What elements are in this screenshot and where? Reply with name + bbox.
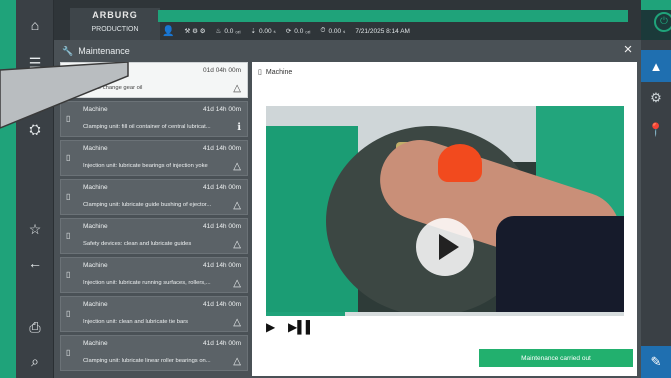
step-button[interactable]: ▶▌▌ [288, 320, 314, 334]
maintenance-done-button[interactable]: Maintenance carried out [479, 349, 633, 367]
right-sidebar: ▲ ⚙ 📍 ✎ [641, 40, 671, 378]
task-item[interactable]: ▯ Machine 41d 14h 00m Injection unit: lu… [60, 257, 248, 293]
task-name: Machine [83, 301, 108, 308]
logo-block: ARBURG PRODUCTION [70, 8, 160, 40]
machine-icon: ▯ [66, 153, 71, 162]
gear-list-icon[interactable]: ⚙ [641, 82, 671, 114]
favorite-icon[interactable]: ☆ [16, 214, 54, 244]
task-time: 41d 14h 00m [203, 340, 241, 347]
header-bar: ARBURG PRODUCTION 👤 ⚒ ⚙ ⚙ ♨ 0.0 ₀ᵣᵢ ⇣ 0.… [54, 0, 671, 40]
task-item[interactable]: ▯ Machine 41d 14h 00m Clamping unit: lub… [60, 335, 248, 371]
operator-icon[interactable]: 👤 [162, 26, 174, 37]
close-button[interactable]: × [620, 42, 636, 58]
detail-header: ▯ Machine [258, 68, 293, 77]
task-desc: Injection unit: lubricate running surfac… [83, 280, 211, 286]
brand-logo: ARBURG [92, 10, 138, 20]
edit-icon[interactable]: ✎ [641, 346, 671, 378]
alert-triangle-icon[interactable]: ▲ [641, 50, 671, 82]
datetime: 7/21/2025 8:14 AM [355, 27, 410, 35]
menu-icon[interactable]: ☰ [16, 48, 54, 78]
task-time: 41d 14h 00m [203, 145, 241, 152]
task-time: 41d 14h 00m [203, 184, 241, 191]
pin-icon[interactable]: 📍 [641, 114, 671, 146]
warning-icon: △ [233, 200, 241, 211]
machine-icon: ▯ [66, 270, 71, 279]
task-desc: Clamping unit: fill oil container of cen… [83, 124, 211, 130]
pressure-icon: ⇣ [250, 28, 256, 35]
task-desc: Clamping unit: lubricate guide bushing o… [83, 202, 212, 208]
video-progress-fill [266, 312, 345, 316]
outer-green-edge [0, 0, 16, 378]
status-cycle: ⟳ 0.0 ₀ᵣᵢ [285, 27, 311, 36]
home-icon[interactable]: ⌂ [16, 10, 54, 40]
play-overlay-button[interactable] [416, 218, 474, 276]
task-item-selected[interactable]: 01d 04h 00m Injection unit: change gear … [60, 62, 248, 98]
task-time: 01d 04h 00m [203, 67, 241, 74]
status-pressure: ⇣ 0.00 ₛ [250, 28, 276, 35]
task-name: Machine [83, 223, 108, 230]
cycle-icon: ⟳ [285, 28, 292, 35]
task-desc: Safety devices: clean and lubricate guid… [83, 241, 192, 247]
warning-icon: △ [233, 356, 241, 367]
task-name: Machine [83, 106, 108, 113]
back-arrow-icon[interactable]: ← [16, 248, 54, 278]
left-sidebar: ⌂ ☰ ⛭ ☆ ← ⎙ ⌕ [16, 0, 54, 378]
print-icon[interactable]: ⎙ [16, 312, 54, 342]
top-green-accent [636, 0, 671, 10]
task-name: Machine [83, 262, 108, 269]
status-temp: ♨ 0.0 ₀ᵣᵢ [215, 27, 241, 36]
warning-icon: △ [233, 239, 241, 250]
temperature-icon: ♨ [215, 28, 222, 35]
panel-title: 🔧 Maintenance [62, 43, 130, 59]
task-item[interactable]: ▯ Machine 41d 14h 00m Injection unit: lu… [60, 140, 248, 176]
operating-mode[interactable]: PRODUCTION [70, 26, 160, 33]
machine-icon: ▯ [66, 348, 71, 357]
settings-icon[interactable]: ⛭ [16, 114, 54, 144]
info-icon: ℹ [237, 122, 241, 133]
machine-icon: ▯ [66, 192, 71, 201]
task-item[interactable]: ▯ Machine 41d 14h 00m Clamping unit: lub… [60, 179, 248, 215]
warning-icon: △ [233, 161, 241, 172]
app-frame: ⌂ ☰ ⛭ ☆ ← ⎙ ⌕ ARBURG PRODUCTION 👤 ⚒ ⚙ ⚙ … [0, 0, 671, 378]
warning-icon: △ [233, 83, 241, 94]
task-item[interactable]: ▯ Machine 41d 14h 00m Clamping unit: fil… [60, 101, 248, 137]
search-icon[interactable]: ⌕ [16, 346, 54, 376]
task-time: 41d 14h 00m [203, 223, 241, 230]
wrench-icon: 🔧 [62, 45, 74, 56]
task-item[interactable]: ▯ Machine 41d 14h 00m Injection unit: cl… [60, 296, 248, 332]
machine-icon: ▯ [258, 69, 262, 76]
warning-icon: △ [233, 317, 241, 328]
timer-icon: ⏱ [320, 27, 326, 34]
task-desc: Injection unit: lubricate bearings of in… [83, 163, 208, 169]
status-line: 👤 ⚒ ⚙ ⚙ ♨ 0.0 ₀ᵣᵢ ⇣ 0.00 ₛ ⟳ 0.0 ₀ᵣᵢ ⏱ 0… [158, 22, 638, 40]
warning-icon: △ [233, 278, 241, 289]
video-progress-bar[interactable] [266, 312, 624, 316]
task-desc: Injection unit: clean and lubricate tie … [83, 319, 189, 325]
power-icon[interactable]: ⏻ [654, 12, 671, 32]
task-desc: Injection unit: change gear oil [67, 85, 143, 91]
detail-title: Machine [265, 68, 293, 76]
task-name: Machine [83, 340, 108, 347]
task-detail: ▯ Machine ▶ ▶▌▌ Maintenance carried out [252, 62, 637, 376]
status-timer: ⏱ 0.00 ₛ [320, 27, 346, 35]
task-name: Machine [83, 145, 108, 152]
video-sleeve [496, 216, 624, 312]
video-funnel [438, 144, 482, 182]
machine-icon: ▯ [66, 309, 71, 318]
task-name: Machine [83, 184, 108, 191]
mode-icons: ⚒ ⚙ ⚙ [184, 28, 206, 35]
machine-icon: ▯ [66, 231, 71, 240]
panel-title-text: Maintenance [78, 46, 130, 56]
play-button[interactable]: ▶ [266, 320, 275, 334]
task-time: 41d 14h 00m [203, 301, 241, 308]
status-strip [158, 10, 628, 22]
task-desc: Clamping unit: lubricate linear roller b… [83, 358, 211, 364]
task-item[interactable]: ▯ Machine 41d 14h 00m Safety devices: cl… [60, 218, 248, 254]
instruction-video[interactable] [266, 106, 624, 312]
task-time: 41d 14h 00m [203, 106, 241, 113]
machine-icon: ▯ [66, 114, 71, 123]
task-time: 41d 14h 00m [203, 262, 241, 269]
maintenance-panel: 🔧 Maintenance × 01d 04h 00m Injection un… [54, 40, 641, 378]
